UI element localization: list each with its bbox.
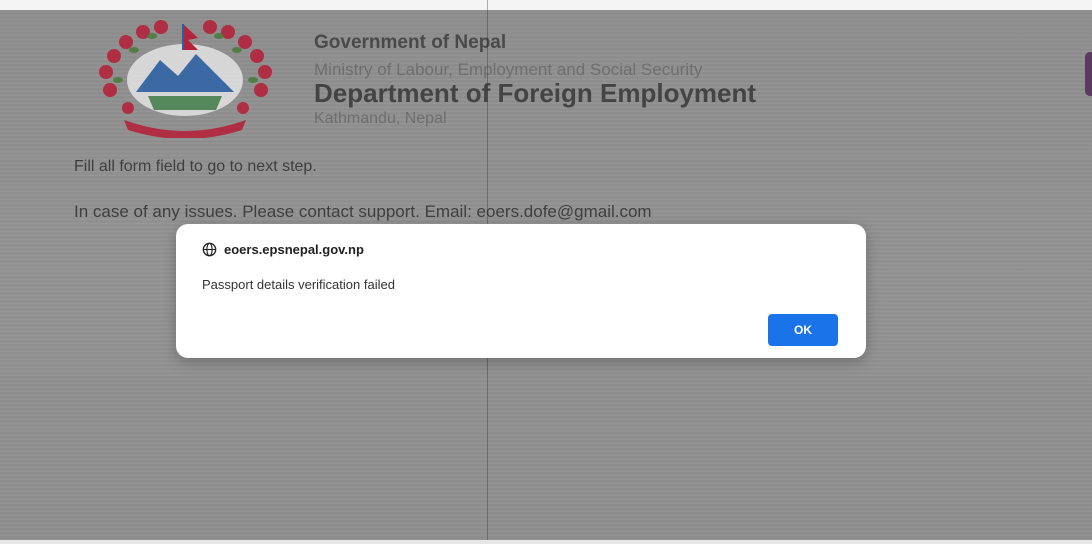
dialog-message: Passport details verification failed — [202, 277, 395, 292]
page-header: Government of Nepal Ministry of Labour, … — [88, 20, 988, 140]
nepal-emblem-icon — [99, 20, 272, 138]
dialog-origin-text: eoers.epsnepal.gov.np — [224, 242, 364, 257]
bottom-strip — [0, 540, 1092, 544]
form-instruction: Fill all form field to go to next step. — [74, 158, 317, 175]
cropped-title — [468, 0, 618, 10]
side-tab — [1085, 52, 1092, 96]
location-text: Kathmandu, Nepal — [314, 110, 447, 127]
ministry-name: Ministry of Labour, Employment and Socia… — [314, 60, 703, 79]
globe-icon — [202, 242, 217, 257]
government-title: Government of Nepal — [314, 32, 507, 53]
ok-button[interactable]: OK — [768, 314, 838, 346]
support-contact: In case of any issues. Please contact su… — [74, 202, 652, 221]
screen-overlay: Government of Nepal Ministry of Labour, … — [0, 0, 1092, 544]
alert-dialog: eoers.epsnepal.gov.np Passport details v… — [176, 224, 866, 358]
dialog-origin: eoers.epsnepal.gov.np — [202, 242, 364, 257]
department-name: Department of Foreign Employment — [314, 78, 757, 108]
top-strip — [0, 0, 1092, 10]
